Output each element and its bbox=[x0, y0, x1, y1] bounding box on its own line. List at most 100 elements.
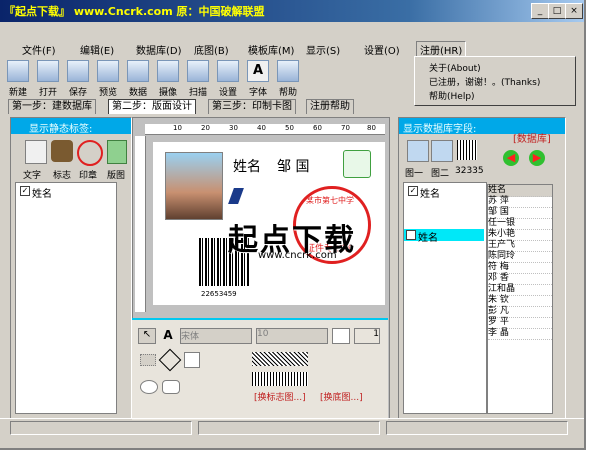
seal-icon[interactable] bbox=[77, 140, 103, 166]
rectangle-tool[interactable] bbox=[184, 352, 200, 368]
barcode-icon[interactable] bbox=[457, 140, 477, 160]
new-icon bbox=[7, 60, 29, 82]
change-background-button[interactable]: [换底图...] bbox=[320, 390, 363, 403]
line-width-input[interactable]: 1 bbox=[354, 328, 380, 344]
size-select[interactable]: 10 bbox=[256, 328, 328, 344]
settings-button[interactable]: 设置 bbox=[216, 60, 240, 98]
school-emblem-icon bbox=[343, 150, 371, 178]
tool-barcode[interactable]: 32335 bbox=[455, 166, 484, 176]
list-item[interactable]: ✓ 姓名 bbox=[406, 185, 484, 200]
watermark-url: www.cncrk.com bbox=[258, 250, 337, 261]
help-button[interactable]: 帮助 bbox=[276, 60, 300, 98]
menu-template[interactable]: 模板库(M) bbox=[248, 42, 294, 57]
new-button[interactable]: 新建 bbox=[6, 60, 30, 98]
static-labels-title: 显示静态标签: bbox=[29, 124, 93, 135]
name-label: 姓名 bbox=[233, 159, 261, 175]
eagle-logo-icon[interactable] bbox=[51, 140, 73, 162]
ellipse-tool[interactable] bbox=[140, 380, 158, 394]
photo bbox=[165, 152, 223, 220]
list-item-selected[interactable]: 姓名 bbox=[404, 229, 484, 244]
preview-icon bbox=[97, 60, 119, 82]
menu-file[interactable]: 文件(F) bbox=[22, 42, 56, 57]
maximize-button[interactable]: □ bbox=[548, 3, 566, 19]
minimize-button[interactable]: _ bbox=[531, 3, 549, 19]
vertical-ruler bbox=[135, 136, 146, 312]
rect-select-tool[interactable] bbox=[140, 354, 156, 366]
static-labels-list: ✓ 姓名 bbox=[15, 182, 117, 414]
status-panel-3 bbox=[386, 421, 568, 435]
tool-image1[interactable]: 图一 bbox=[405, 166, 423, 179]
camera-icon bbox=[157, 60, 179, 82]
font-select[interactable]: 宋体 bbox=[180, 328, 252, 344]
close-button[interactable]: × bbox=[565, 3, 583, 19]
fill-pattern-row2[interactable] bbox=[252, 372, 308, 386]
tool-logo[interactable]: 标志 bbox=[53, 168, 71, 181]
image1-icon[interactable] bbox=[407, 140, 429, 162]
settings-icon bbox=[217, 60, 239, 82]
help-icon bbox=[277, 60, 299, 82]
records-table[interactable]: 姓名 苏 萍 邹 国 任一银 朱小艳 王产飞 陈同玲 符 梅 邓 香 江和晶 朱… bbox=[487, 184, 553, 414]
tab-step1[interactable]: 第一步：建数据库 bbox=[8, 99, 96, 114]
menu-settings[interactable]: 设置(O) bbox=[364, 42, 400, 57]
table-row[interactable]: 李 晶 bbox=[488, 328, 552, 340]
next-record-button[interactable]: ▶ bbox=[529, 150, 545, 166]
tab-step3[interactable]: 第三步：印制卡图 bbox=[208, 99, 296, 114]
menu-edit[interactable]: 编辑(E) bbox=[80, 42, 114, 57]
rounded-rect-tool[interactable] bbox=[162, 380, 180, 394]
horizontal-ruler: 10 20 30 40 50 60 70 80 bbox=[145, 124, 385, 135]
menu-item-about[interactable]: 关于(About) bbox=[429, 61, 481, 74]
database-link[interactable]: [数据库] bbox=[513, 130, 551, 145]
status-panel-1 bbox=[10, 421, 192, 435]
text-tool-icon[interactable] bbox=[25, 140, 47, 164]
tool-seal[interactable]: 印章 bbox=[79, 168, 97, 181]
menu-background[interactable]: 底图(B) bbox=[194, 42, 229, 57]
open-icon bbox=[37, 60, 59, 82]
tool-layout[interactable]: 版图 bbox=[107, 168, 125, 181]
register-dropdown: 关于(About) 已注册，谢谢！。(Thanks) 帮助(Help) bbox=[414, 56, 576, 106]
change-logo-button[interactable]: [换标志图...] bbox=[254, 390, 306, 403]
status-panel-2 bbox=[198, 421, 380, 435]
checkbox[interactable]: ✓ bbox=[408, 186, 418, 196]
preview-button[interactable]: 预览 bbox=[96, 60, 120, 98]
color-swatch[interactable] bbox=[332, 328, 350, 344]
open-button[interactable]: 打开 bbox=[36, 60, 60, 98]
tab-register-help[interactable]: 注册帮助 bbox=[306, 99, 354, 114]
scan-button[interactable]: 扫描 bbox=[186, 60, 210, 98]
static-labels-panel: 显示静态标签: 文字 标志 印章 版图 ✓ 姓名 bbox=[10, 117, 132, 419]
menu-display[interactable]: 显示(S) bbox=[306, 42, 340, 57]
menu-database[interactable]: 数据库(D) bbox=[136, 42, 182, 57]
e-logo-icon bbox=[228, 188, 268, 204]
layout-icon[interactable] bbox=[107, 140, 127, 164]
data-icon bbox=[127, 60, 149, 82]
window-title: 『起点下载』 www.Cncrk.com 原：中国破解联盟 bbox=[4, 5, 265, 18]
save-button[interactable]: 保存 bbox=[66, 60, 90, 98]
pointer-tool[interactable]: ↖ bbox=[138, 328, 156, 344]
name-value: 邹 国 bbox=[277, 159, 310, 175]
data-button[interactable]: 数据 bbox=[126, 60, 150, 98]
checkbox[interactable] bbox=[406, 230, 416, 240]
font-icon: A bbox=[247, 60, 269, 82]
static-labels-header: 显示静态标签: bbox=[11, 118, 131, 135]
status-bar bbox=[0, 418, 584, 437]
tool-image2[interactable]: 图二 bbox=[431, 166, 449, 179]
tool-text[interactable]: 文字 bbox=[23, 168, 41, 181]
camera-button[interactable]: 摄像 bbox=[156, 60, 180, 98]
drawing-toolbar: ↖ A 宋体 10 1 [换标志图...] [换底图...] bbox=[132, 318, 388, 420]
list-item[interactable]: ✓ 姓名 bbox=[16, 185, 114, 200]
prev-record-button[interactable]: ◀ bbox=[503, 150, 519, 166]
text-tool-button[interactable]: A bbox=[160, 328, 176, 342]
app-window: 『起点下载』 www.Cncrk.com 原：中国破解联盟 _ □ × 文件(F… bbox=[0, 0, 586, 450]
menu-item-help[interactable]: 帮助(Help) bbox=[429, 89, 475, 102]
image2-icon[interactable] bbox=[431, 140, 453, 162]
database-fields-title: 显示数据库字段: bbox=[403, 124, 477, 135]
tab-step2[interactable]: 第二步：版面设计 bbox=[108, 99, 196, 114]
menu-item-thanks[interactable]: 已注册，谢谢！。(Thanks) bbox=[429, 75, 540, 88]
font-button[interactable]: A 字体 bbox=[246, 60, 270, 98]
fill-pattern-row1[interactable] bbox=[252, 352, 308, 366]
line-tool[interactable] bbox=[158, 348, 182, 372]
barcode-number: 22653459 bbox=[201, 290, 237, 298]
save-icon bbox=[67, 60, 89, 82]
title-bar[interactable]: 『起点下载』 www.Cncrk.com 原：中国破解联盟 _ □ × bbox=[0, 0, 584, 22]
checkbox[interactable]: ✓ bbox=[20, 186, 30, 196]
db-field-list: ✓ 姓名 姓名 bbox=[403, 182, 487, 414]
